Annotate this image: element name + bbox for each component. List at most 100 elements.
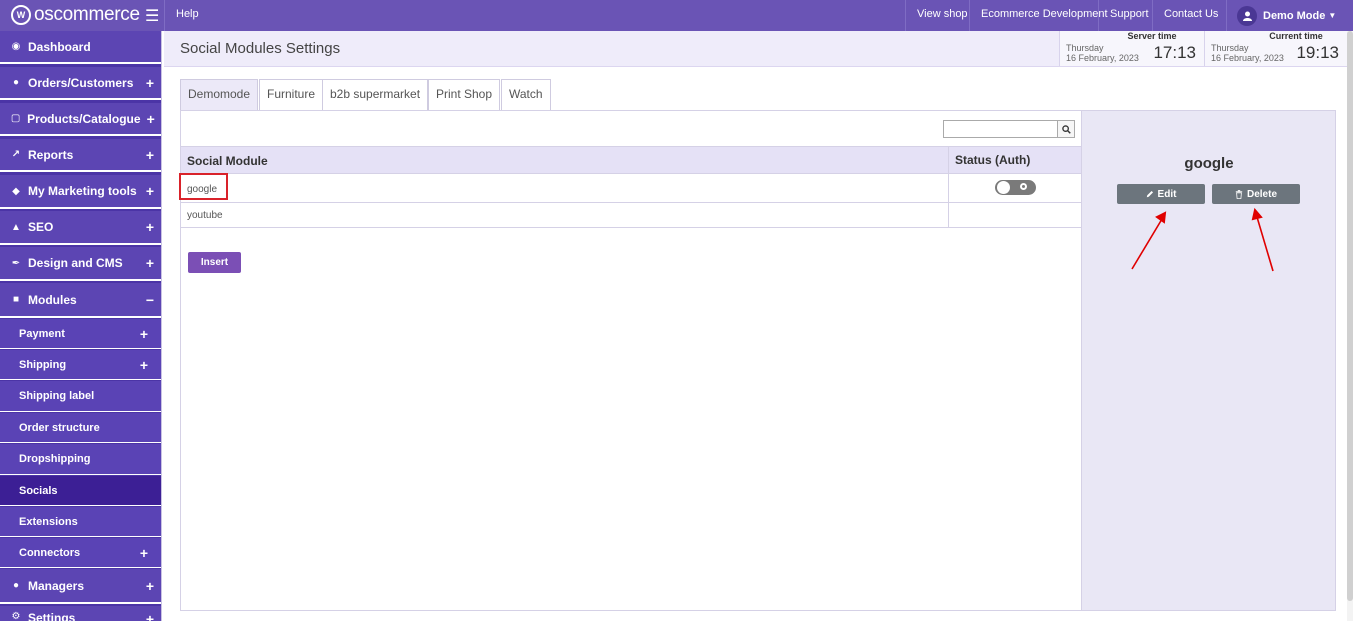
sidebar-item-seo[interactable]: ▲ SEO +: [0, 211, 161, 245]
sidebar-subitem-label: Dropshipping: [19, 453, 91, 465]
modules-list-panel: Social Module Status (Auth) google youtu…: [179, 110, 1082, 611]
edit-button[interactable]: Edit: [1117, 184, 1205, 204]
server-time-caption: Server time: [1127, 31, 1177, 41]
collapse-icon[interactable]: −: [139, 292, 161, 308]
column-header-social-module[interactable]: Social Module: [187, 154, 268, 168]
expand-icon[interactable]: +: [139, 611, 161, 621]
highlight-box: [179, 173, 228, 200]
top-bar: W oscommerce ☰ Help View shop Ecommerce …: [0, 0, 1353, 31]
server-time-clock: 17:13: [1153, 43, 1196, 62]
table-row[interactable]: google: [179, 173, 1081, 203]
caret-down-icon: ▼: [1328, 11, 1337, 20]
menu-toggle-icon[interactable]: ☰: [145, 6, 159, 26]
gears-icon: ⚙: [11, 611, 21, 621]
sidebar-subitem-extensions[interactable]: Extensions: [0, 507, 161, 537]
expand-icon[interactable]: +: [139, 147, 161, 163]
logo[interactable]: W oscommerce: [11, 3, 140, 27]
sidebar-subitem-shipping[interactable]: Shipping +: [0, 350, 161, 380]
current-time-caption: Current time: [1269, 31, 1323, 41]
view-shop-link[interactable]: View shop: [905, 0, 979, 31]
help-link[interactable]: Help: [164, 0, 210, 31]
insert-button[interactable]: Insert: [188, 252, 241, 273]
sidebar-subitem-label: Shipping: [19, 358, 67, 371]
search-icon: [1061, 124, 1071, 134]
sidebar-subitem-label: Connectors: [19, 546, 81, 559]
tab-print-shop[interactable]: Print Shop: [428, 79, 501, 110]
dashboard-icon: ◉: [11, 41, 21, 52]
sidebar-item-label: Managers: [28, 578, 85, 593]
sidebar-item-settings[interactable]: ⚙ Settings +: [0, 606, 161, 621]
sidebar-item-label: Settings: [28, 611, 76, 621]
brush-icon: ✒: [11, 257, 21, 269]
search-input[interactable]: [944, 121, 1058, 137]
chart-icon: ↗: [11, 149, 21, 160]
contact-us-link[interactable]: Contact Us: [1152, 0, 1229, 31]
tab-watch[interactable]: Watch: [501, 79, 551, 110]
sidebar-subitem-shipping-label[interactable]: Shipping label: [0, 381, 161, 412]
tab-furniture[interactable]: Furniture: [259, 79, 324, 110]
expand-icon[interactable]: +: [127, 326, 161, 342]
sidebar-item-design-and-cms[interactable]: ✒ Design and CMS +: [0, 247, 161, 281]
expand-icon[interactable]: +: [139, 219, 161, 235]
delete-label: Delete: [1246, 188, 1277, 200]
sidebar-subitem-payment[interactable]: Payment +: [0, 319, 161, 349]
detail-title: google: [1184, 155, 1234, 172]
user-icon: [1237, 5, 1257, 26]
ecommerce-development-link[interactable]: Ecommerce Development: [969, 0, 1119, 31]
sidebar-item-label: My Marketing tools: [28, 184, 137, 198]
scrollbar-thumb[interactable]: [1347, 31, 1353, 601]
current-time-date-text: 16 February, 2023: [1211, 53, 1284, 63]
status-toggle[interactable]: [995, 180, 1036, 195]
sidebar-item-label: Orders/Customers: [28, 75, 134, 90]
sidebar-item-modules[interactable]: ■ Modules −: [0, 283, 161, 318]
current-time-day: Thursday: [1211, 43, 1249, 53]
logo-text: oscommerce: [34, 4, 140, 25]
sidebar-subitem-socials[interactable]: Socials: [0, 476, 161, 506]
sidebar-subitem-label: Shipping label: [19, 390, 95, 402]
sidebar-subitem-connectors[interactable]: Connectors +: [0, 538, 161, 568]
status-cell: [948, 203, 1081, 227]
module-detail-panel: google Edit Delete: [1082, 110, 1336, 611]
current-time-box: Current time Thursday 16 February, 2023 …: [1204, 31, 1347, 66]
expand-icon[interactable]: +: [139, 183, 161, 199]
sidebar-item-label: SEO: [28, 220, 54, 234]
sidebar-item-dashboard[interactable]: ◉ Dashboard: [0, 31, 161, 64]
expand-icon[interactable]: +: [139, 75, 161, 91]
expand-icon[interactable]: +: [127, 357, 161, 373]
pencil-icon: [1146, 190, 1153, 198]
expand-icon[interactable]: +: [139, 578, 161, 594]
user-name: Demo Mode: [1263, 9, 1326, 22]
tab-b2b-supermarket[interactable]: b2b supermarket: [322, 79, 429, 110]
table-header: Social Module Status (Auth): [181, 146, 1081, 174]
sidebar-item-products-catalogue[interactable]: ▢ Products/Catalogue +: [0, 103, 161, 136]
sidebar-item-orders-customers[interactable]: ● Orders/Customers +: [0, 67, 161, 100]
users-icon: ●: [12, 77, 20, 88]
server-time-day: Thursday: [1066, 43, 1104, 53]
expand-icon[interactable]: +: [127, 545, 161, 561]
tab-demomode[interactable]: Demomode: [180, 79, 259, 110]
sidebar-subitem-order-structure[interactable]: Order structure: [0, 413, 161, 443]
table-row[interactable]: youtube: [181, 203, 1081, 228]
sidebar-item-label: Dashboard: [28, 39, 91, 54]
sidebar-item-managers[interactable]: ● Managers +: [0, 569, 161, 604]
column-header-status[interactable]: Status (Auth): [948, 147, 1081, 174]
server-time-date-text: 16 February, 2023: [1066, 53, 1139, 63]
expand-icon[interactable]: +: [141, 111, 161, 127]
tag-icon: ◆: [12, 185, 20, 197]
current-time-date: Thursday 16 February, 2023: [1211, 43, 1284, 63]
toggle-off-icon: [1020, 183, 1027, 190]
sidebar-item-reports[interactable]: ↗ Reports +: [0, 139, 161, 172]
sidebar-item-my-marketing-tools[interactable]: ◆ My Marketing tools +: [0, 175, 161, 209]
sidebar-subitem-label: Extensions: [19, 515, 78, 528]
support-link[interactable]: Support: [1098, 0, 1160, 31]
sidebar-subitem-label: Order structure: [19, 421, 100, 434]
delete-button[interactable]: Delete: [1212, 184, 1300, 204]
trash-icon: [1235, 189, 1243, 199]
search-button[interactable]: [1057, 121, 1074, 137]
page-scrollbar[interactable]: [1347, 31, 1353, 621]
toggle-knob: [997, 181, 1010, 194]
user-menu-button[interactable]: Demo Mode ▼: [1226, 0, 1346, 31]
expand-icon[interactable]: +: [139, 255, 161, 271]
user-icon: ●: [12, 580, 20, 591]
sidebar-subitem-dropshipping[interactable]: Dropshipping: [0, 444, 161, 475]
